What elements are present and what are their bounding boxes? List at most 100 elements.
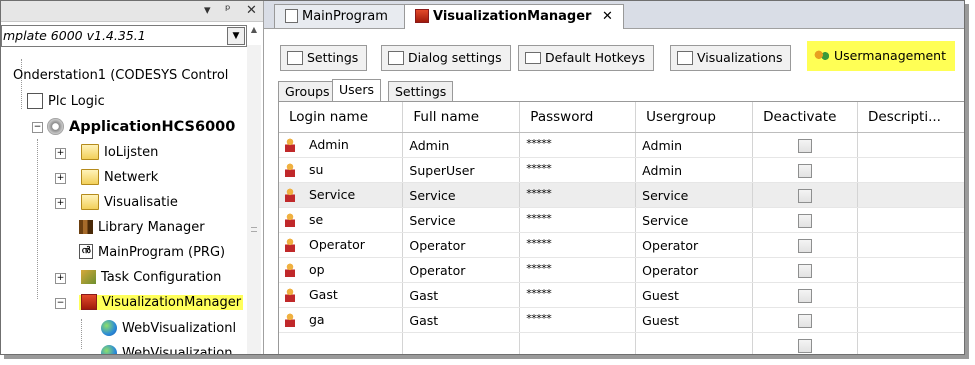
fullname-cell[interactable]: SuperUser: [402, 157, 521, 183]
fullname-cell[interactable]: Service: [402, 207, 521, 233]
project-combo[interactable]: mplate 6000 v1.4.35.1 ▼: [1, 25, 247, 47]
description-cell[interactable]: [857, 282, 964, 308]
usergroup-cell[interactable]: Operator: [635, 232, 754, 258]
expand-icon[interactable]: +: [55, 273, 66, 284]
close-icon[interactable]: ✕: [602, 9, 613, 24]
deactivate-checkbox[interactable]: [798, 238, 813, 253]
password-cell[interactable]: *****: [519, 232, 637, 258]
password-cell[interactable]: *****: [519, 307, 637, 333]
usergroup-cell[interactable]: Service: [635, 182, 754, 208]
fullname-cell[interactable]: Gast: [402, 282, 521, 308]
table-row[interactable]: ga Gast ***** Guest: [279, 307, 964, 333]
deactivate-checkbox[interactable]: [798, 213, 813, 228]
usergroup-cell[interactable]: Service: [635, 207, 754, 233]
usergroup-cell[interactable]: Guest: [635, 307, 754, 333]
tree-item-visualizationmanager[interactable]: VisualizationManager: [79, 291, 244, 315]
deactivate-checkbox[interactable]: [798, 188, 813, 203]
tab-user-settings[interactable]: Settings: [388, 81, 454, 103]
description-cell[interactable]: [857, 232, 964, 258]
fullname-cell[interactable]: Operator: [402, 257, 521, 283]
expand-icon[interactable]: +: [55, 198, 66, 209]
login-cell[interactable]: Admin: [279, 132, 404, 158]
password-cell[interactable]: *****: [519, 207, 637, 233]
password-cell[interactable]: *****: [519, 182, 637, 208]
table-row[interactable]: Gast Gast ***** Guest: [279, 282, 964, 308]
column-header-password[interactable]: Password: [519, 102, 637, 133]
deactivate-checkbox[interactable]: [798, 138, 813, 153]
tab-dialog-settings[interactable]: Dialog settings: [381, 45, 511, 71]
tab-default-hotkeys[interactable]: Default Hotkeys: [518, 45, 654, 71]
login-cell[interactable]: ga: [279, 307, 404, 333]
column-header-fullname[interactable]: Full name: [402, 102, 521, 133]
fullname-cell[interactable]: Service: [402, 182, 521, 208]
password-cell[interactable]: *****: [519, 157, 637, 183]
tab-visualizationmanager[interactable]: VisualizationManager ✕: [404, 4, 624, 29]
tree-scrollbar[interactable]: [247, 45, 261, 354]
tree-item-webvisualization-2[interactable]: WebVisualization: [101, 342, 232, 354]
pin-icon[interactable]: ᵖ: [225, 3, 231, 18]
login-cell[interactable]: Service: [279, 182, 404, 208]
close-panel-icon[interactable]: ✕: [246, 3, 257, 18]
collapse-icon[interactable]: −: [32, 122, 43, 133]
fullname-cell[interactable]: Operator: [402, 232, 521, 258]
usergroup-cell[interactable]: Admin: [635, 132, 754, 158]
description-cell[interactable]: [857, 182, 964, 208]
description-cell[interactable]: [857, 307, 964, 333]
fullname-cell[interactable]: Gast: [402, 307, 521, 333]
tree-item-iolijsten[interactable]: IoLijsten: [81, 141, 158, 165]
usergroup-cell[interactable]: Admin: [635, 157, 754, 183]
description-cell[interactable]: [857, 257, 964, 283]
description-cell[interactable]: [857, 207, 964, 233]
tree-item-mainprogram[interactable]: ൻ MainProgram (PRG): [79, 241, 225, 265]
fullname-cell[interactable]: Admin: [402, 132, 521, 158]
description-cell[interactable]: [857, 132, 964, 158]
chevron-down-icon[interactable]: ▼: [227, 27, 245, 45]
scroll-up-icon[interactable]: ▲: [247, 25, 261, 41]
expand-icon[interactable]: +: [55, 173, 66, 184]
password-cell[interactable]: *****: [519, 257, 637, 283]
tab-settings[interactable]: Settings: [280, 45, 368, 71]
tree-item-application[interactable]: ApplicationHCS6000: [47, 115, 235, 139]
table-row[interactable]: Operator Operator ***** Operator: [279, 232, 964, 258]
table-row[interactable]: op Operator ***** Operator: [279, 257, 964, 283]
login-cell[interactable]: se: [279, 207, 404, 233]
password-cell[interactable]: *****: [519, 132, 637, 158]
password-cell[interactable]: [519, 332, 637, 354]
expand-icon[interactable]: +: [55, 148, 66, 159]
usergroup-cell[interactable]: Operator: [635, 257, 754, 283]
deactivate-checkbox[interactable]: [798, 338, 813, 353]
usergroup-cell[interactable]: Guest: [635, 282, 754, 308]
login-cell[interactable]: Operator: [279, 232, 404, 258]
panel-menu-icon[interactable]: ▾: [204, 3, 211, 18]
column-header-deactivate[interactable]: Deactivate: [752, 102, 859, 133]
column-header-login[interactable]: Login name: [279, 102, 404, 133]
description-cell[interactable]: [857, 332, 964, 354]
tree-item-task-configuration[interactable]: Task Configuration: [81, 266, 221, 290]
column-header-usergroup[interactable]: Usergroup: [635, 102, 754, 133]
tab-mainprogram[interactable]: MainProgram: [274, 4, 412, 28]
tree-item-library-manager[interactable]: Library Manager: [79, 216, 205, 240]
deactivate-checkbox[interactable]: [798, 288, 813, 303]
fullname-cell[interactable]: [402, 332, 521, 354]
tree-item-plc-logic[interactable]: Plc Logic: [27, 90, 105, 114]
tree-item-webvisualization-1[interactable]: WebVisualizationl: [101, 317, 236, 341]
login-cell[interactable]: [279, 332, 404, 354]
tab-groups[interactable]: Groups: [278, 81, 337, 103]
deactivate-checkbox[interactable]: [798, 313, 813, 328]
table-row[interactable]: Admin Admin ***** Admin: [279, 132, 964, 158]
table-row[interactable]: su SuperUser ***** Admin: [279, 157, 964, 183]
login-cell[interactable]: Gast: [279, 282, 404, 308]
description-cell[interactable]: [857, 157, 964, 183]
table-row-empty[interactable]: [279, 332, 964, 354]
deactivate-checkbox[interactable]: [798, 263, 813, 278]
tab-visualizations[interactable]: Visualizations: [670, 45, 792, 71]
password-cell[interactable]: *****: [519, 282, 637, 308]
tree-item-visualisatie[interactable]: Visualisatie: [81, 191, 178, 215]
table-row[interactable]: se Service ***** Service: [279, 207, 964, 233]
tree-item-device[interactable]: Onderstation1 (CODESYS Control: [13, 64, 228, 88]
table-row[interactable]: Service Service ***** Service: [279, 182, 964, 208]
tree-item-netwerk[interactable]: Netwerk: [81, 166, 158, 190]
tab-users[interactable]: Users: [332, 79, 382, 103]
collapse-icon[interactable]: −: [55, 298, 66, 309]
login-cell[interactable]: op: [279, 257, 404, 283]
